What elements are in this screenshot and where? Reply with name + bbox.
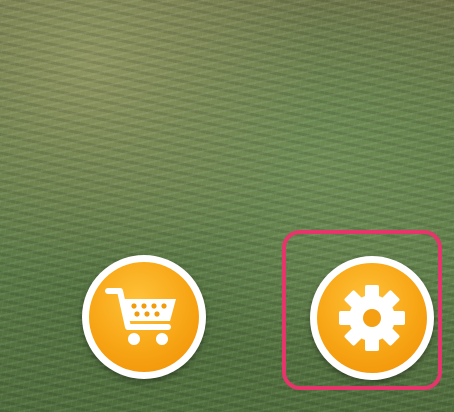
settings-highlight-box (282, 230, 442, 390)
shopping-cart-icon (105, 288, 176, 345)
game-scene (0, 0, 454, 412)
shop-button-face[interactable] (89, 262, 199, 372)
shop-button[interactable] (82, 255, 206, 379)
